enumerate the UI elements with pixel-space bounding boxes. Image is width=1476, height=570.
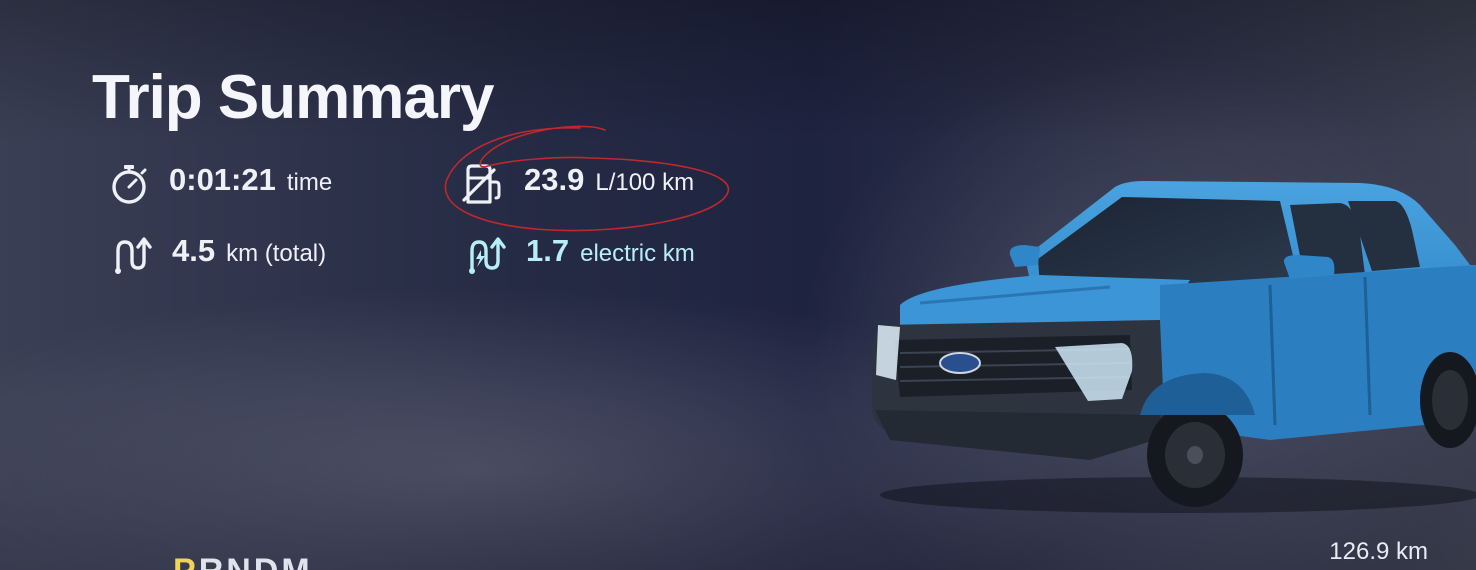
stopwatch-icon — [112, 165, 147, 204]
electric-distance-stat: 1.7 electric km — [464, 233, 695, 277]
trip-time-unit: time — [286, 169, 333, 196]
page-title: Trip Summary — [92, 63, 494, 132]
vehicle-image — [872, 181, 1476, 513]
trip-time-stat: 0:01:21 time — [107, 162, 332, 206]
trip-distance-stat: 4.5 km (total) — [110, 233, 326, 277]
odometer-readout: 126.9 km — [1329, 538, 1428, 565]
annotation-circle — [444, 125, 729, 232]
gear-others: RNDM — [199, 552, 313, 570]
electric-route-icon — [469, 237, 506, 274]
trip-distance-value: 4.5 — [172, 233, 216, 268]
trip-distance-unit: km (total) — [226, 240, 327, 267]
electric-distance-unit: electric km — [580, 240, 695, 267]
gear-active: P — [173, 552, 199, 570]
trip-time-value: 0:01:21 — [169, 162, 276, 197]
electric-distance-value: 1.7 — [526, 233, 570, 268]
gear-selector: PRNDM — [173, 552, 313, 570]
route-icon — [115, 237, 152, 274]
